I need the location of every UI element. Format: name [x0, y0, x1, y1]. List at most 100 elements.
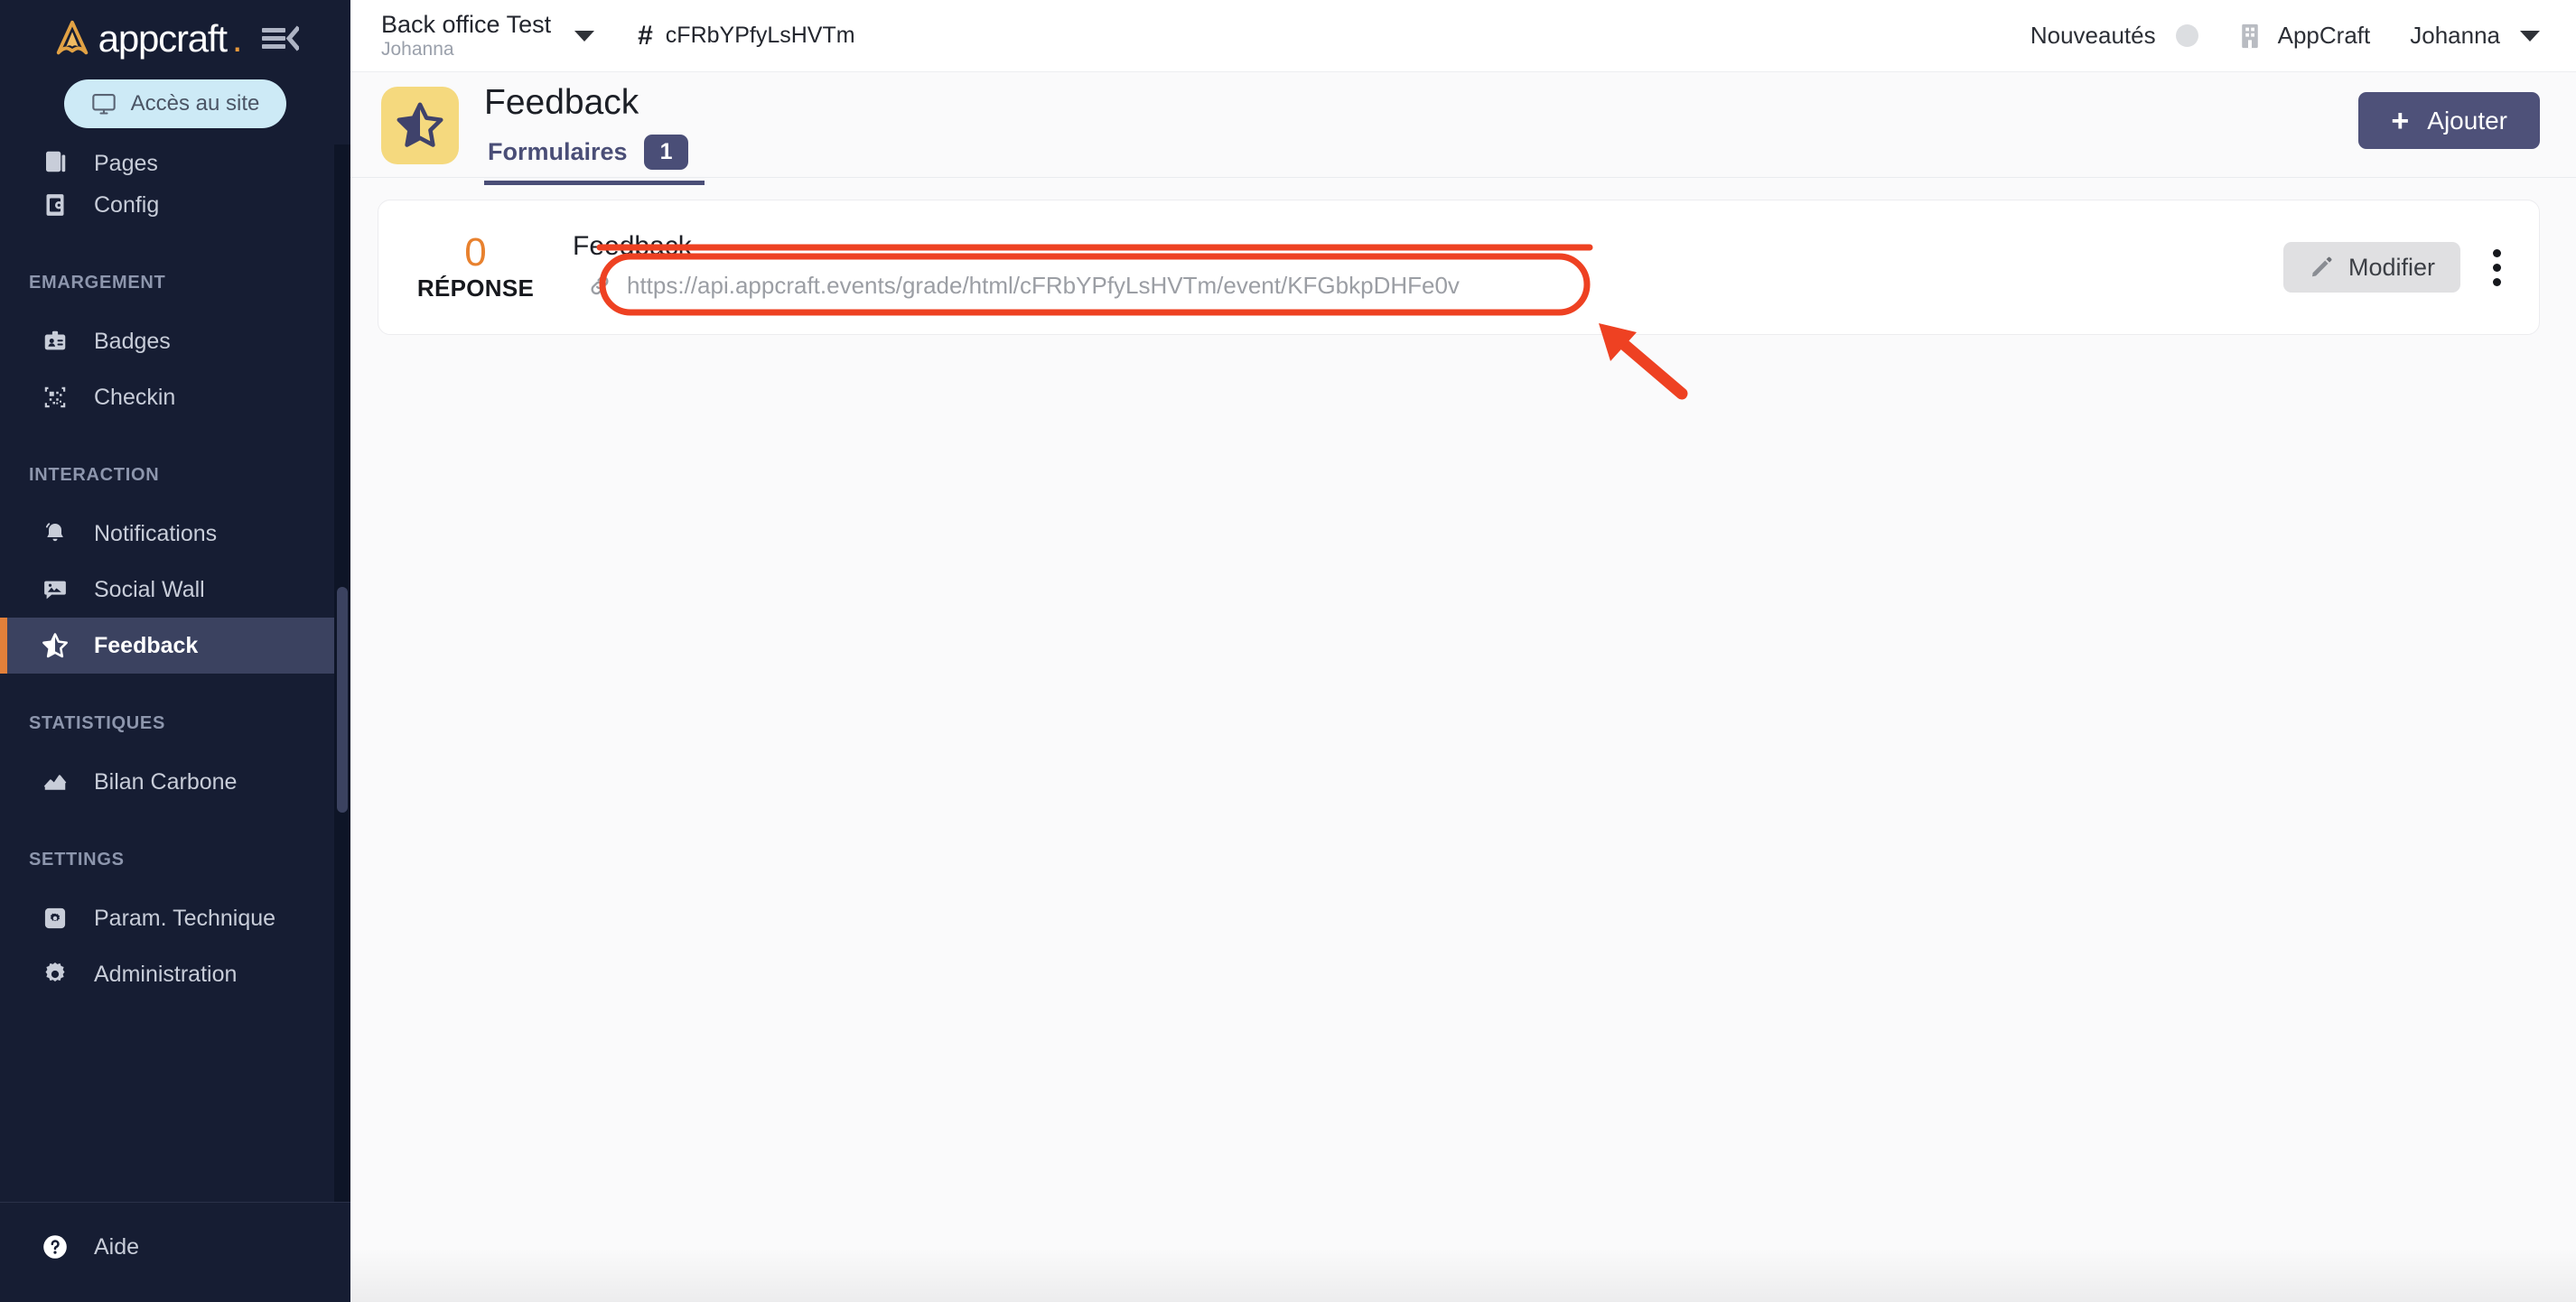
bell-icon: [40, 518, 70, 549]
workspace-name: Back office Test: [381, 11, 552, 39]
event-id[interactable]: # cFRbYPfyLsHVTm: [638, 20, 855, 51]
sidebar-scrollbar-track[interactable]: [334, 144, 350, 1202]
topbar-right: Nouveautés AppCraft Johanna: [2030, 22, 2540, 50]
form-url-text: https://api.appcraft.events/grade/html/c…: [627, 271, 1460, 299]
response-counter: 0 RÉPONSE: [378, 232, 573, 302]
gear-square-icon: [40, 903, 70, 934]
content-area: 0 RÉPONSE Feedback https://api.appcraft.…: [350, 178, 2576, 1302]
page-header-titles: Feedback Formulaires 1: [484, 83, 705, 185]
page-tabs: Formulaires 1: [484, 131, 705, 185]
tab-formulaires[interactable]: Formulaires 1: [484, 131, 705, 185]
gear-icon: [40, 959, 70, 990]
pages-icon: [40, 146, 70, 177]
content-bottom-shadow: [350, 1248, 2576, 1302]
sidebar-item-notifications[interactable]: Notifications: [0, 506, 350, 562]
main-area: Back office Test Johanna # cFRbYPfyLsHVT…: [350, 0, 2576, 1302]
topbar-left: Back office Test Johanna # cFRbYPfyLsHVT…: [381, 11, 855, 60]
add-button[interactable]: + Ajouter: [2358, 92, 2540, 149]
form-url-field[interactable]: https://api.appcraft.events/grade/html/c…: [573, 266, 2256, 305]
sidebar-item-label: Badges: [94, 328, 171, 354]
sidebar-item-label: Pages: [94, 151, 158, 176]
news-button[interactable]: Nouveautés: [2030, 22, 2198, 50]
menu-collapse-icon[interactable]: [261, 25, 300, 52]
form-title: Feedback: [573, 230, 692, 261]
sidebar-item-label: Bilan Carbone: [94, 768, 238, 795]
sidebar-item-label: Administration: [94, 961, 238, 987]
sidebar-scrollbar-thumb[interactable]: [337, 587, 348, 813]
link-icon: [591, 275, 609, 295]
sidebar-nav: Pages Config EMARGEMENT Badges Checkin I…: [0, 144, 350, 1020]
sidebar-item-aide[interactable]: Aide: [0, 1219, 350, 1275]
tab-label: Formulaires: [488, 137, 628, 165]
sidebar-item-config[interactable]: Config: [0, 177, 350, 233]
topbar: Back office Test Johanna # cFRbYPfyLsHVT…: [350, 0, 2576, 72]
badge-icon: [40, 326, 70, 357]
question-circle-icon: [40, 1232, 70, 1262]
qrcode-icon: [40, 382, 70, 413]
brand-dot: .: [231, 17, 243, 60]
sidebar-section-emargement: EMARGEMENT: [29, 273, 166, 293]
workspace-texts: Back office Test Johanna: [381, 11, 551, 60]
tab-badge: 1: [643, 134, 689, 170]
app-logo[interactable]: appcraft.: [51, 17, 243, 60]
response-label: RÉPONSE: [416, 274, 535, 302]
plus-icon: +: [2391, 103, 2410, 138]
page-header: Feedback Formulaires 1 + Ajouter: [350, 72, 2576, 185]
news-label: Nouveautés: [2030, 22, 2156, 49]
status-dot-icon: [2175, 24, 2198, 47]
star-half-icon: [40, 630, 70, 661]
sidebar-section-interaction: INTERACTION: [29, 465, 160, 485]
sidebar-item-feedback[interactable]: Feedback: [0, 618, 350, 674]
brand-row: appcraft.: [51, 13, 300, 65]
chevron-down-icon: [574, 30, 595, 42]
monitor-icon: [91, 94, 116, 115]
sidebar-item-param-technique[interactable]: Param. Technique: [0, 890, 350, 946]
sidebar-item-label: Config: [94, 191, 160, 218]
user-menu[interactable]: Johanna: [2410, 22, 2540, 50]
event-code: cFRbYPfyLsHVTm: [665, 23, 855, 48]
sidebar-item-label: Checkin: [94, 384, 176, 410]
pencil-icon: [2311, 256, 2332, 277]
sidebar-item-badges[interactable]: Badges: [0, 313, 350, 369]
sidebar-item-social-wall[interactable]: Social Wall: [0, 562, 350, 618]
add-button-label: Ajouter: [2427, 106, 2507, 135]
edit-button[interactable]: Modifier: [2282, 242, 2460, 293]
hash-icon: #: [638, 20, 653, 51]
response-count: 0: [464, 230, 487, 275]
page-icon: [381, 87, 459, 164]
sidebar-item-label: Feedback: [94, 632, 199, 658]
sidebar-nav-scroll: Pages Config EMARGEMENT Badges Checkin I…: [0, 144, 350, 1202]
sidebar: appcraft. Accès au site Pages Config EMA…: [0, 0, 350, 1302]
brand-name: appcraft: [98, 17, 228, 60]
workspace-owner: Johanna: [381, 38, 454, 60]
sidebar-item-checkin[interactable]: Checkin: [0, 369, 350, 425]
organization-selector[interactable]: AppCraft: [2238, 22, 2371, 50]
sidebar-section-settings: SETTINGS: [29, 850, 125, 870]
sidebar-item-pages[interactable]: Pages: [0, 144, 350, 177]
site-access-button[interactable]: Accès au site: [63, 79, 287, 128]
chart-area-icon: [40, 767, 70, 797]
image-chat-icon: [40, 574, 70, 605]
sidebar-footer: Aide: [0, 1202, 350, 1302]
kebab-menu-icon[interactable]: [2484, 242, 2510, 293]
organization-label: AppCraft: [2277, 22, 2371, 49]
workspace-selector[interactable]: Back office Test Johanna: [381, 11, 595, 60]
building-icon: [2241, 23, 2258, 48]
app-root: appcraft. Accès au site Pages Config EMA…: [0, 0, 2576, 1302]
user-name: Johanna: [2410, 22, 2500, 49]
phone-config-icon: [40, 190, 70, 220]
form-card: 0 RÉPONSE Feedback https://api.appcraft.…: [378, 200, 2540, 335]
page-header-left: Feedback Formulaires 1: [381, 83, 705, 185]
form-card-body: Feedback https://api.appcraft.events/gra…: [573, 230, 2283, 305]
appcraft-logo-icon: [56, 20, 88, 55]
sidebar-section-statistiques: STATISTIQUES: [29, 713, 165, 733]
sidebar-item-label: Param. Technique: [94, 905, 276, 931]
sidebar-item-label: Notifications: [94, 520, 218, 546]
chevron-down-icon: [2520, 30, 2540, 42]
sidebar-item-administration[interactable]: Administration: [0, 946, 350, 1002]
star-half-icon: [397, 102, 443, 147]
sidebar-item-label: Social Wall: [94, 576, 205, 602]
sidebar-header: appcraft. Accès au site: [0, 0, 350, 144]
sidebar-item-bilan-carbone[interactable]: Bilan Carbone: [0, 754, 350, 810]
site-access-label: Accès au site: [130, 91, 260, 116]
